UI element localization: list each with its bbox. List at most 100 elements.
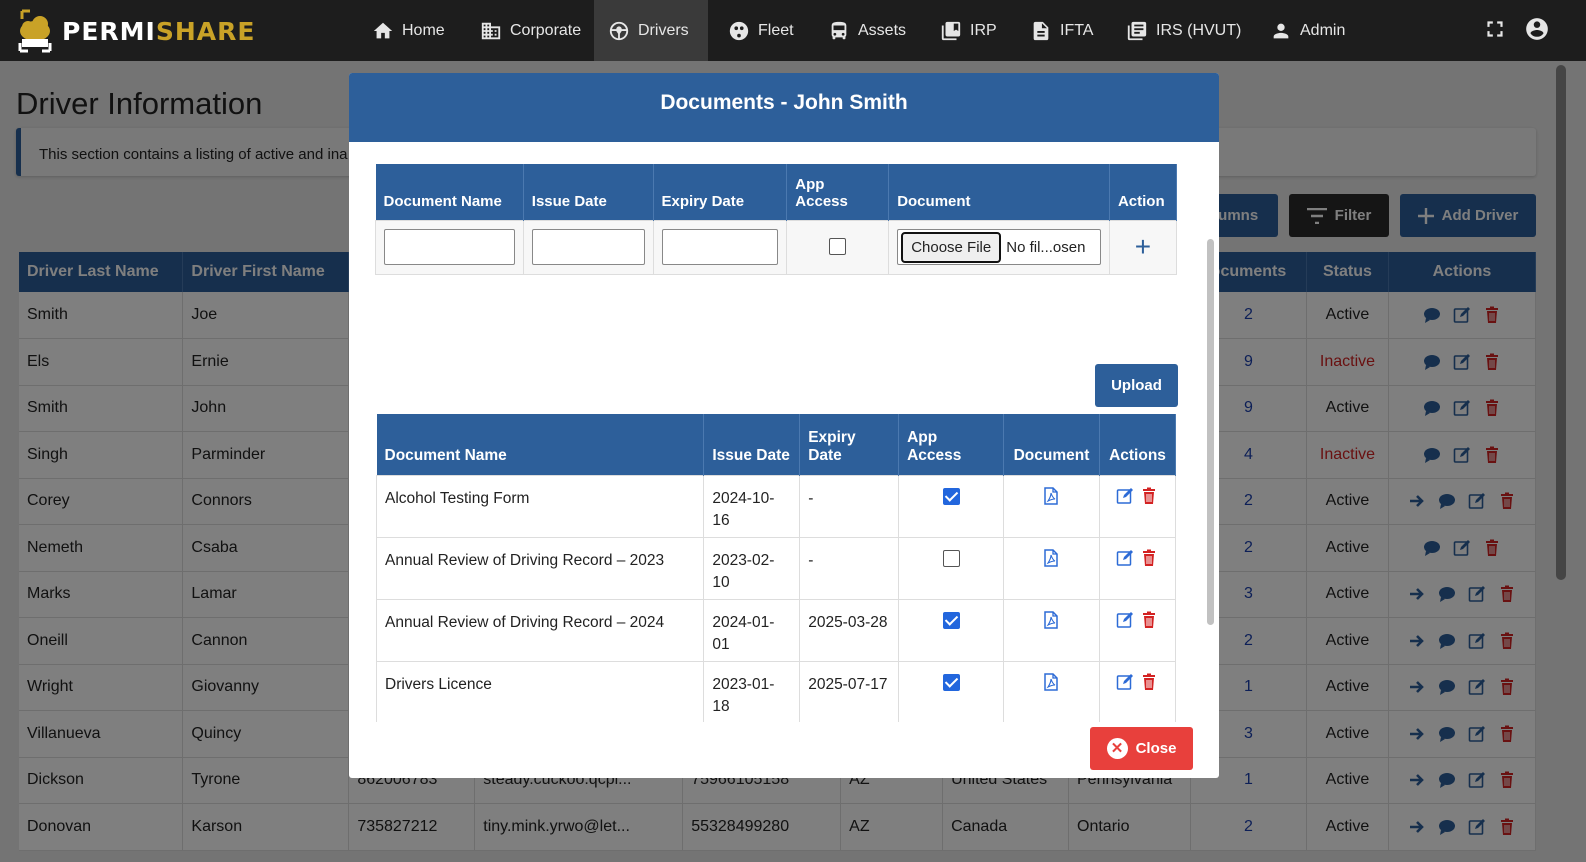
app-access-cell (898, 598, 1004, 662)
expiry-date: 2025-07-17 (799, 660, 900, 722)
fullscreen-icon (1487, 21, 1503, 37)
document-name: Annual Review of Driving Record – 2024 (375, 598, 705, 662)
document-file-input[interactable]: Choose File No fil...osen (897, 229, 1101, 265)
documents-col-header: App Access (898, 414, 1004, 475)
app-access-checkbox[interactable] (942, 673, 960, 691)
document-name: Drivers Licence (375, 660, 705, 722)
upload-col-header: Document (888, 164, 1110, 220)
edit-icon[interactable] (1116, 611, 1134, 629)
app-access-checkbox[interactable] (942, 611, 960, 629)
trash-icon[interactable] (1140, 611, 1158, 629)
upload-col-header: Expiry Date (653, 164, 788, 220)
issue-date: 2023-02-10 (703, 536, 801, 600)
plus-icon: + (1134, 231, 1152, 262)
steering-wheel-icon (609, 21, 629, 40)
document-actions-cell (1098, 660, 1177, 722)
documents-modal: Documents - John Smith Document Name Issu… (349, 73, 1219, 778)
pdf-file-icon[interactable] (1042, 611, 1060, 630)
nav-home[interactable]: Home (358, 0, 459, 61)
close-circle-icon: ✕ (1106, 738, 1128, 759)
pdf-file-icon[interactable] (1042, 487, 1060, 506)
upload-button[interactable]: Upload (1095, 364, 1178, 407)
pdf-file-icon[interactable] (1042, 549, 1060, 568)
document-name: Annual Review of Driving Record – 2023 (375, 536, 705, 600)
upload-col-header: Document Name (375, 164, 524, 220)
document-file-cell (1002, 536, 1100, 600)
pdf-file-icon[interactable] (1042, 673, 1060, 692)
issue-date: 2023-01-18 (703, 660, 801, 722)
document-file-cell (1002, 598, 1100, 662)
cloud-logo-icon (18, 9, 52, 53)
upload-col-header: Action (1109, 164, 1178, 220)
nav-assets[interactable]: Assets (814, 0, 920, 61)
nav-corporate[interactable]: Corporate (466, 0, 595, 61)
wheel-icon (729, 21, 749, 40)
document-row: Drivers Licence 2023-01-18 2025-07-17 (375, 660, 1177, 722)
documents-col-header: Document (1003, 414, 1100, 475)
choose-file-button[interactable]: Choose File (901, 231, 1002, 263)
edit-icon[interactable] (1116, 549, 1134, 567)
modal-scrollbar[interactable] (1207, 239, 1214, 625)
nav-ifta[interactable]: IFTA (1016, 0, 1107, 61)
issue-date: 2024-01-01 (703, 598, 801, 662)
fullscreen-button[interactable] (1482, 16, 1508, 42)
home-icon (373, 22, 393, 38)
edit-icon[interactable] (1116, 487, 1134, 505)
document-name-input[interactable] (384, 229, 515, 265)
issue-date: 2024-10-16 (703, 474, 801, 538)
top-navbar: PERMISHARE Home Corporate Drivers Fleet … (0, 0, 1586, 61)
nav-admin[interactable]: Admin (1256, 0, 1359, 61)
documents-col-header: Document Name (376, 414, 705, 475)
upload-table-header: Document Name Issue Date Expiry Date App Ac… (375, 164, 1178, 220)
close-button[interactable]: ✕ Close (1090, 727, 1193, 770)
expiry-date: 2025-03-28 (799, 598, 900, 662)
documents-col-header: Issue Date (703, 414, 801, 475)
logo[interactable]: PERMISHARE (16, 6, 255, 56)
issue-date-input[interactable] (531, 229, 645, 265)
expiry-date: - (799, 536, 900, 600)
trash-icon[interactable] (1140, 549, 1158, 567)
document-name: Alcohol Testing Form (375, 474, 705, 538)
app-access-checkbox[interactable] (829, 238, 847, 256)
app-access-cell (898, 660, 1004, 722)
document-icon (1033, 21, 1049, 40)
expiry-date-input[interactable] (661, 229, 779, 265)
upload-table: Document Name Issue Date Expiry Date App Ac… (375, 164, 1178, 275)
edit-icon[interactable] (1116, 673, 1134, 691)
documents-table: Document Name Issue Date Expiry Date App Ac… (375, 414, 1177, 722)
documents-col-header: Expiry Date (799, 414, 900, 475)
nav-fleet[interactable]: Fleet (714, 0, 808, 61)
app-access-cell (898, 474, 1004, 538)
building-icon (481, 22, 501, 39)
library-icon (941, 21, 961, 40)
app-access-checkbox[interactable] (942, 549, 960, 567)
document-file-cell (1002, 474, 1100, 538)
document-row: Annual Review of Driving Record – 2023 20… (375, 536, 1177, 600)
modal-body: Document Name Issue Date Expiry Date App Ac… (349, 142, 1219, 722)
document-row: Annual Review of Driving Record – 2024 20… (375, 598, 1177, 662)
account-button[interactable] (1524, 16, 1550, 42)
document-file-cell (1002, 660, 1100, 722)
app-access-checkbox[interactable] (942, 487, 960, 505)
documents-table-header: Document Name Issue Date Expiry Date App Ac… (376, 414, 1177, 475)
document-actions-cell (1098, 474, 1177, 538)
documents-col-header: Actions (1099, 414, 1177, 475)
trash-icon[interactable] (1140, 673, 1158, 691)
nav-irs-hvut[interactable]: IRS (HVUT) (1112, 0, 1255, 61)
nav-drivers[interactable]: Drivers (594, 0, 708, 61)
library-books-icon (1127, 21, 1147, 40)
nav-irp[interactable]: IRP (926, 0, 1011, 61)
upload-row: Choose File No fil...osen + (375, 219, 1178, 275)
file-status: No fil...osen (1006, 238, 1086, 256)
trash-icon[interactable] (1140, 487, 1158, 505)
upload-col-header: App Access (786, 164, 890, 220)
document-actions-cell (1098, 536, 1177, 600)
bus-icon (831, 21, 847, 39)
app-access-cell (898, 536, 1004, 600)
person-icon (1273, 23, 1289, 38)
add-document-button[interactable]: + (1108, 219, 1178, 275)
brand-name: PERMISHARE (62, 16, 256, 46)
account-circle-icon (1526, 18, 1548, 40)
document-actions-cell (1098, 598, 1177, 662)
modal-title: Documents - John Smith (349, 73, 1219, 142)
